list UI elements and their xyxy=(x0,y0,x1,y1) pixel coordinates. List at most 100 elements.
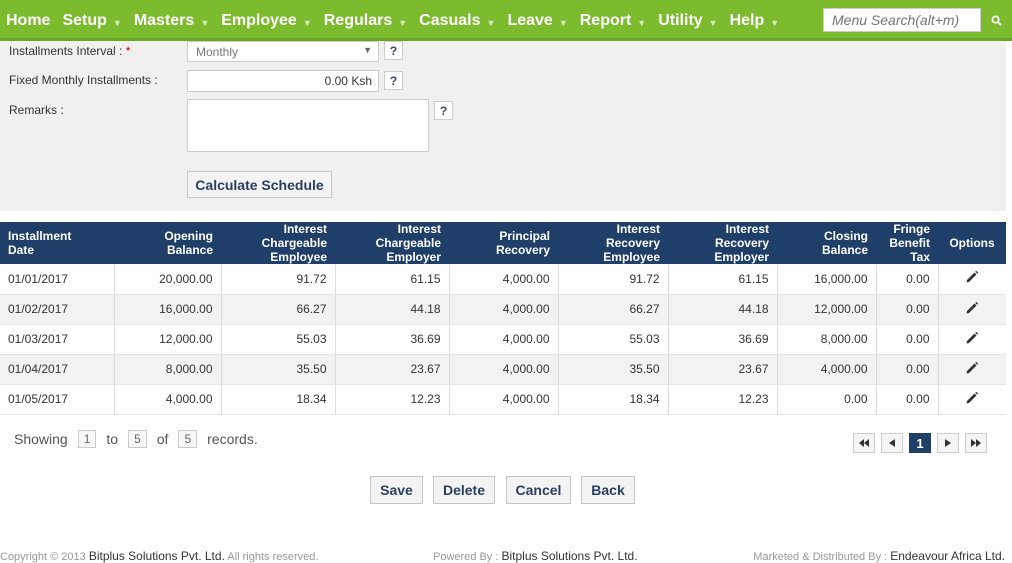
marketed-company: Endeavour Africa Ltd. xyxy=(890,549,1005,563)
table-cell: 44.18 xyxy=(334,294,449,325)
installments-interval-label: Installments Interval : * xyxy=(9,44,130,58)
nav-item-label: Casuals xyxy=(419,11,481,29)
nav-item-report[interactable]: Report ▼ xyxy=(574,0,652,41)
table-cell: 01/04/2017 xyxy=(0,354,114,385)
table-cell: 16,000.00 xyxy=(776,264,876,295)
table-cell: 36.69 xyxy=(667,324,777,355)
nav-item-employee[interactable]: Employee ▼ xyxy=(215,0,318,41)
table-cell: 8,000.00 xyxy=(113,354,221,385)
column-header-text: Installment xyxy=(8,229,72,243)
remarks-textarea[interactable] xyxy=(187,99,429,152)
pencil-icon[interactable] xyxy=(965,391,979,408)
table-cell: 23.67 xyxy=(334,354,449,385)
table-cell: 44.18 xyxy=(667,294,777,325)
options-cell xyxy=(937,384,1006,415)
nav-item-regulars[interactable]: Regulars ▼ xyxy=(318,0,413,41)
pencil-icon[interactable] xyxy=(965,270,979,287)
table-cell: 18.34 xyxy=(557,384,668,415)
first-page-button[interactable] xyxy=(853,433,875,453)
table-cell: 8,000.00 xyxy=(776,324,876,355)
pencil-icon[interactable] xyxy=(965,361,979,378)
search-button[interactable] xyxy=(985,8,1007,32)
installments-interval-select[interactable]: Monthly ▼ xyxy=(187,41,379,62)
table-cell: 0.00 xyxy=(875,294,938,325)
column-header-text: Chargeable xyxy=(375,236,441,250)
table-header-row: Installment Date Opening Balance Interest Cha… xyxy=(0,222,1006,264)
prev-page-button[interactable] xyxy=(881,433,903,453)
first-page-icon xyxy=(859,439,869,447)
fixed-installments-input[interactable]: 0.00 Ksh xyxy=(187,70,379,92)
column-header-text: Employee xyxy=(270,250,327,264)
table-cell: 4,000.00 xyxy=(113,384,221,415)
column-header-text: Date xyxy=(8,243,35,257)
table-cell: 4,000.00 xyxy=(448,384,558,415)
table-cell: 61.15 xyxy=(667,264,777,295)
nav-item-home[interactable]: Home xyxy=(0,0,56,41)
options-cell xyxy=(937,354,1006,385)
calculate-schedule-button[interactable]: Calculate Schedule xyxy=(187,171,332,198)
table-cell: 55.03 xyxy=(220,324,335,355)
help-question-icon: ? xyxy=(389,43,398,58)
chevron-down-icon: ▼ xyxy=(486,17,496,28)
column-header-text: Employer xyxy=(714,250,769,264)
chevron-down-icon: ▼ xyxy=(112,17,122,28)
table-cell: 20,000.00 xyxy=(113,264,221,295)
nav-item-label: Leave xyxy=(507,11,553,29)
chevron-down-icon: ▼ xyxy=(302,17,312,28)
nav-item-label: Utility xyxy=(658,11,703,29)
column-header-text: Interest xyxy=(397,222,441,236)
back-button[interactable]: Back xyxy=(581,476,635,504)
powered-label: Powered By : xyxy=(433,551,499,563)
table-cell: 55.03 xyxy=(557,324,668,355)
records-label: records. xyxy=(207,431,258,447)
paging-info: Showing 1 to 5 of 5 records. xyxy=(14,430,258,448)
nav-item-label: Masters xyxy=(133,11,195,29)
column-header-text: Recovery xyxy=(495,243,550,257)
nav-item-help[interactable]: Help ▼ xyxy=(724,0,786,41)
pencil-icon[interactable] xyxy=(965,331,979,348)
column-header-text: Balance xyxy=(821,243,868,257)
nav-item-casuals[interactable]: Casuals ▼ xyxy=(413,0,501,41)
installments-interval-value: Monthly xyxy=(196,45,239,59)
table-row: 01/05/2017 4,000.00 18.34 12.23 4,000.00 18.3… xyxy=(0,384,1006,415)
options-cell xyxy=(937,294,1006,325)
column-header-text: Interest xyxy=(616,222,660,236)
nav-item-leave[interactable]: Leave ▼ xyxy=(501,0,573,41)
column-header-text: Employer xyxy=(386,250,441,264)
footer-marketed-by: Marketed & Distributed By : Endeavour Af… xyxy=(753,549,1005,563)
nav-item-utility[interactable]: Utility ▼ xyxy=(652,0,723,41)
nav-item-label: Setup xyxy=(62,11,107,29)
table-cell: 91.72 xyxy=(220,264,335,295)
table-cell: 01/01/2017 xyxy=(0,264,114,295)
rights-text: All rights reserved. xyxy=(227,551,319,563)
remarks-help-button[interactable]: ? xyxy=(434,101,453,120)
column-header-text: Balance xyxy=(166,243,213,257)
fixed-installments-help-button[interactable]: ? xyxy=(384,71,403,90)
table-cell: 16,000.00 xyxy=(113,294,221,325)
search-icon xyxy=(991,15,1002,26)
loan-form: Installments Interval : * Monthly ▼ ? Fi… xyxy=(0,41,1006,211)
interval-help-button[interactable]: ? xyxy=(384,41,403,60)
table-cell: 01/02/2017 xyxy=(0,294,114,325)
nav-item-masters[interactable]: Masters ▼ xyxy=(128,0,215,41)
next-page-button[interactable] xyxy=(937,433,959,453)
pencil-icon[interactable] xyxy=(965,301,979,318)
delete-button[interactable]: Delete xyxy=(433,476,495,504)
menu-search-input[interactable] xyxy=(823,8,981,32)
table-cell: 66.27 xyxy=(220,294,335,325)
table-cell: 12,000.00 xyxy=(776,294,876,325)
chevron-down-icon: ▼ xyxy=(558,17,568,28)
paging-to: 5 xyxy=(128,430,147,448)
chevron-down-icon: ▼ xyxy=(200,17,210,28)
options-cell xyxy=(937,324,1006,355)
save-button[interactable]: Save xyxy=(370,476,423,504)
required-mark: * xyxy=(125,44,131,58)
page-1-button[interactable]: 1 xyxy=(909,433,931,453)
cancel-button[interactable]: Cancel xyxy=(506,476,571,504)
table-cell: 0.00 xyxy=(776,384,876,415)
marketed-label: Marketed & Distributed By : xyxy=(753,551,888,563)
nav-item-setup[interactable]: Setup ▼ xyxy=(56,0,127,41)
last-page-button[interactable] xyxy=(965,433,987,453)
column-header-text: Interest xyxy=(283,222,327,236)
powered-company: Bitplus Solutions Pvt. Ltd. xyxy=(501,549,638,563)
